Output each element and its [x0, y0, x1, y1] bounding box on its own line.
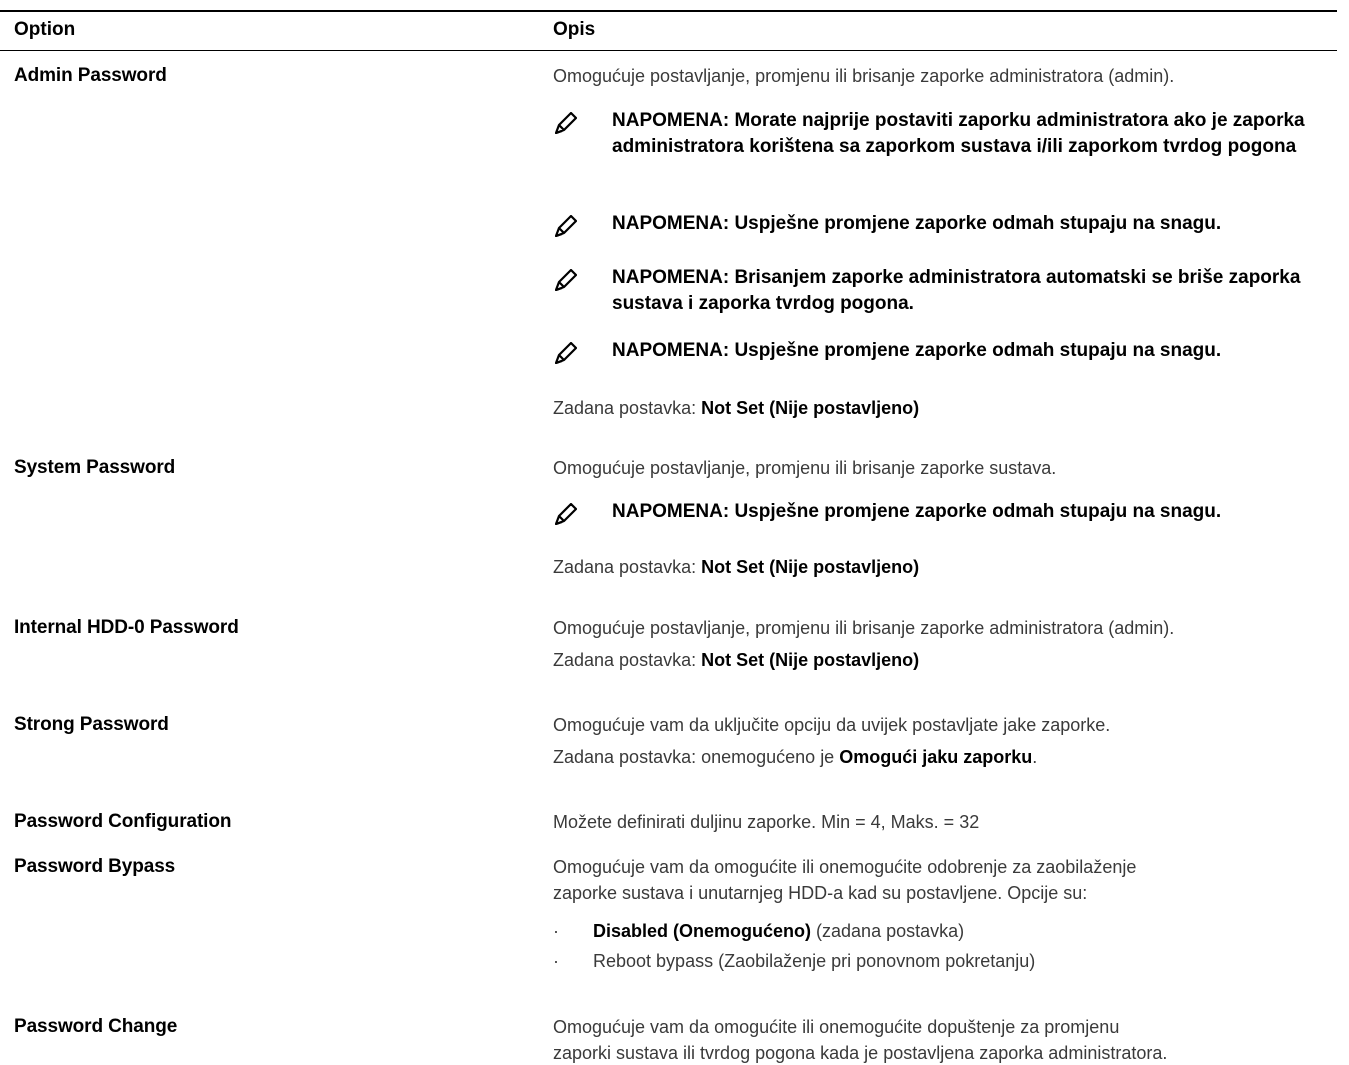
option-system-password: System Password — [14, 457, 176, 478]
pencil-note-icon — [555, 215, 577, 237]
password-bypass-description-line2: zaporke sustava i unutarnjeg HDD-a kad s… — [553, 883, 1088, 903]
hdd-password-description: Omogućuje postavljanje, promjenu ili bri… — [553, 618, 1175, 638]
column-header-description: Opis — [553, 19, 596, 40]
strong-password-description: Omogućuje vam da uključite opciju da uvi… — [553, 715, 1111, 735]
admin-password-description: Omogućuje postavljanje, promjenu ili bri… — [553, 66, 1175, 86]
pencil-note-icon — [555, 342, 577, 364]
table-header-rule — [0, 50, 1337, 51]
password-change-description-line2: zaporki sustava ili tvrdog pogona kada j… — [553, 1043, 1168, 1063]
option-internal-hdd-password: Internal HDD-0 Password — [14, 617, 239, 638]
password-bypass-description-line1: Omogućuje vam da omogućite ili onemogući… — [553, 857, 1137, 877]
system-password-default: Zadana postavka: Not Set (Nije postavlje… — [553, 557, 920, 577]
column-header-option: Option — [14, 19, 76, 40]
note-text: NAPOMENA: Uspješne promjene zaporke odma… — [612, 340, 1222, 361]
option-password-configuration: Password Configuration — [14, 811, 232, 832]
hdd-password-default: Zadana postavka: Not Set (Nije postavlje… — [553, 650, 920, 670]
pencil-note-icon — [555, 269, 577, 291]
bullet-icon: · — [553, 951, 559, 971]
bullet-icon: · — [553, 921, 559, 941]
system-password-description: Omogućuje postavljanje, promjenu ili bri… — [553, 458, 1057, 478]
note-text: NAPOMENA: Morate najprije postaviti zapo… — [612, 110, 1305, 157]
admin-password-default: Zadana postavka: Not Set (Nije postavlje… — [553, 398, 920, 418]
note-text: NAPOMENA: Uspješne promjene zaporke odma… — [612, 213, 1222, 234]
table-top-rule — [0, 10, 1337, 12]
option-password-change: Password Change — [14, 1016, 178, 1037]
option-admin-password: Admin Password — [14, 65, 167, 86]
strong-password-default: Zadana postavka: onemogućeno je Omogući … — [553, 747, 1038, 767]
note-text: NAPOMENA: Uspješne promjene zaporke odma… — [612, 501, 1222, 522]
password-configuration-description: Možete definirati duljinu zaporke. Min =… — [553, 812, 980, 832]
option-password-bypass: Password Bypass — [14, 856, 176, 877]
pencil-note-icon — [555, 503, 577, 525]
pencil-note-icon — [555, 112, 577, 134]
password-change-description-line1: Omogućuje vam da omogućite ili onemogući… — [553, 1017, 1120, 1037]
option-strong-password: Strong Password — [14, 714, 169, 735]
note-text: NAPOMENA: Brisanjem zaporke administrato… — [612, 267, 1301, 314]
